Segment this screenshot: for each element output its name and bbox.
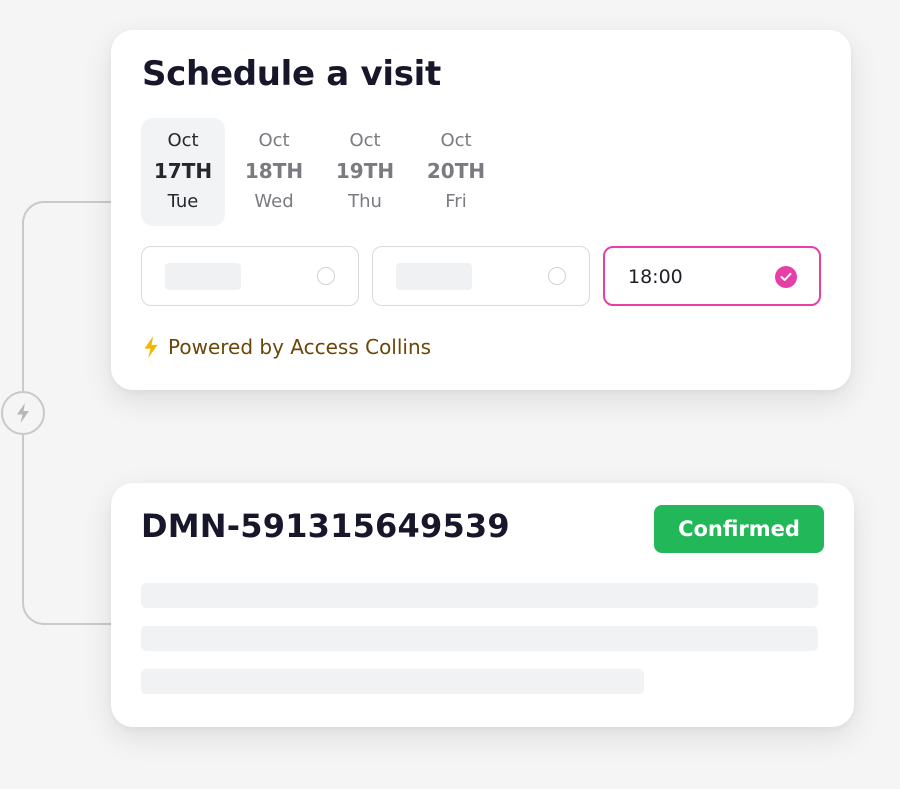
time-slot-option-selected[interactable]: 18:00: [603, 246, 821, 306]
powered-by-text: Powered by Access Collins: [168, 335, 432, 359]
date-day: 19TH: [335, 159, 395, 183]
lightning-bolt-icon: [142, 335, 160, 359]
time-slot-placeholder: [165, 263, 241, 290]
schedule-title: Schedule a visit: [142, 54, 441, 94]
status-badge: Confirmed: [654, 505, 824, 553]
date-option-oct-20[interactable]: Oct 20TH Fri: [414, 118, 498, 226]
date-day: 17TH: [153, 159, 213, 183]
schedule-card: Schedule a visit Oct 17TH Tue Oct 18TH W…: [111, 30, 851, 390]
skeleton-line: [141, 626, 818, 651]
time-slot-option[interactable]: [141, 246, 359, 306]
lightning-bolt-icon: [1, 391, 45, 435]
date-option-oct-17[interactable]: Oct 17TH Tue: [141, 118, 225, 226]
date-weekday: Fri: [445, 191, 467, 212]
date-weekday: Thu: [348, 191, 382, 212]
date-month: Oct: [167, 130, 199, 151]
date-picker: Oct 17TH Tue Oct 18TH Wed Oct 19TH Thu O…: [141, 118, 505, 226]
date-month: Oct: [258, 130, 290, 151]
date-month: Oct: [349, 130, 381, 151]
date-option-oct-19[interactable]: Oct 19TH Thu: [323, 118, 407, 226]
stage: Schedule a visit Oct 17TH Tue Oct 18TH W…: [0, 0, 900, 789]
time-slot-label: 18:00: [628, 266, 683, 288]
radio-icon: [548, 267, 566, 285]
date-option-oct-18[interactable]: Oct 18TH Wed: [232, 118, 316, 226]
order-id: DMN-591315649539: [141, 507, 510, 545]
date-month: Oct: [440, 130, 472, 151]
booking-card: DMN-591315649539 Confirmed: [111, 483, 854, 727]
date-day: 20TH: [426, 159, 486, 183]
date-weekday: Wed: [254, 191, 294, 212]
skeleton-line: [141, 583, 818, 608]
time-slot-option[interactable]: [372, 246, 590, 306]
radio-icon: [317, 267, 335, 285]
powered-by: Powered by Access Collins: [142, 335, 431, 359]
date-weekday: Tue: [167, 191, 199, 212]
time-slot-list: 18:00: [141, 246, 834, 306]
skeleton-line: [141, 669, 644, 694]
date-day: 18TH: [244, 159, 304, 183]
time-slot-placeholder: [396, 263, 472, 290]
check-icon: [775, 266, 797, 288]
